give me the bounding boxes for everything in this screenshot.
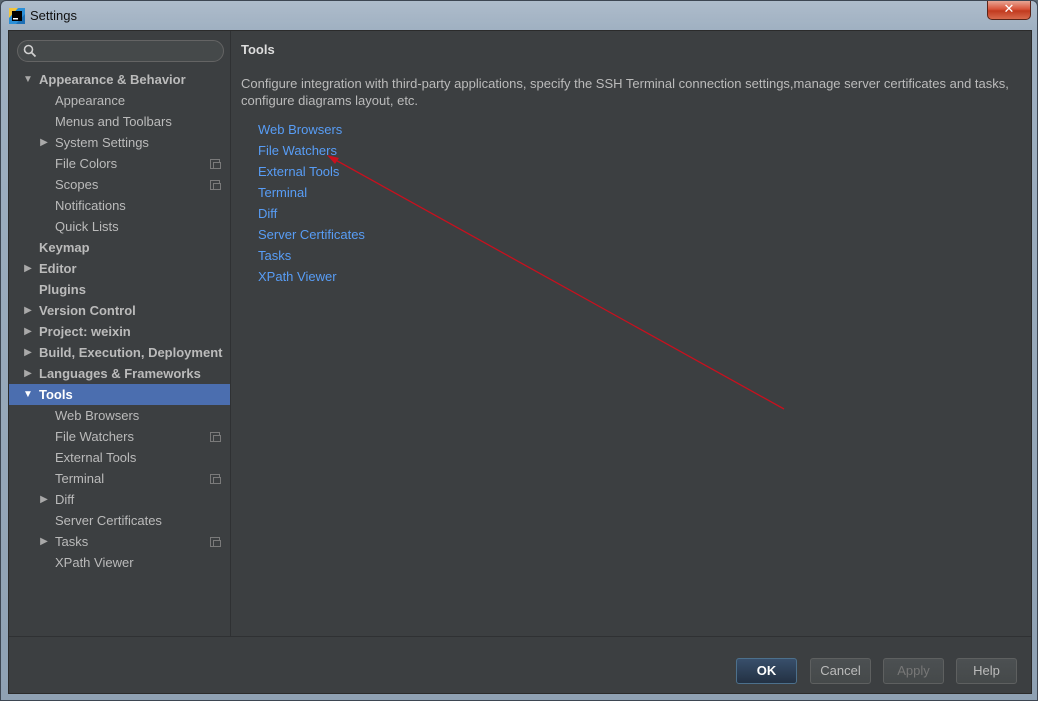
sidebar-item-editor[interactable]: ▶ Editor (9, 258, 230, 279)
sidebar-item-languages-frameworks[interactable]: ▶ Languages & Frameworks (9, 363, 230, 384)
sidebar-item-label: Editor (39, 261, 77, 276)
help-button[interactable]: Help (956, 658, 1017, 684)
link-file-watchers[interactable]: File Watchers (258, 140, 365, 161)
sidebar-item-tools[interactable]: ▼ Tools (9, 384, 230, 405)
sidebar-item-label: XPath Viewer (55, 555, 134, 570)
sidebar-item-label: Project: weixin (39, 324, 131, 339)
collapsed-arrow-icon[interactable]: ▶ (23, 363, 33, 384)
expanded-arrow-icon[interactable]: ▼ (23, 384, 33, 405)
sidebar-item-label: Build, Execution, Deployment (39, 345, 223, 360)
project-scope-icon (210, 537, 221, 547)
sidebar-item-label: Web Browsers (55, 408, 140, 423)
expanded-arrow-icon[interactable]: ▼ (23, 69, 33, 90)
sidebar-item-label: Keymap (39, 240, 90, 255)
sidebar-item-tasks[interactable]: ▶ Tasks (9, 531, 230, 552)
collapsed-arrow-icon[interactable]: ▶ (23, 258, 33, 279)
title-bar[interactable]: Settings ✕ (1, 1, 1037, 29)
window-title: Settings (30, 8, 77, 23)
sidebar-item-label: Notifications (55, 198, 126, 213)
sidebar-item-label: Scopes (55, 177, 99, 192)
sidebar-item-project-weixin[interactable]: ▶ Project: weixin (9, 321, 230, 342)
sidebar-item-keymap[interactable]: Keymap (9, 237, 230, 258)
collapsed-arrow-icon[interactable]: ▶ (23, 300, 33, 321)
sidebar-item-plugins[interactable]: Plugins (9, 279, 230, 300)
window-close-button[interactable]: ✕ (987, 1, 1031, 20)
tools-settings-panel: Tools Configure integration with third-p… (232, 31, 1031, 636)
sidebar-item-terminal[interactable]: Terminal (9, 468, 230, 489)
sidebar-item-external-tools[interactable]: External Tools (9, 447, 230, 468)
sidebar-item-menus-and-toolbars[interactable]: Menus and Toolbars (9, 111, 230, 132)
settings-tree: ▼ Appearance & Behavior Appearance Menus an… (9, 69, 230, 573)
sidebar-item-label: Server Certificates (55, 513, 162, 528)
sidebar-item-build-execution-deployment[interactable]: ▶ Build, Execution, Deployment (9, 342, 230, 363)
sidebar-item-label: Tools (39, 387, 73, 402)
sidebar-item-file-colors[interactable]: File Colors (9, 153, 230, 174)
settings-window: Settings ✕ ▼ Appearance & Behavior Appeara… (0, 0, 1038, 701)
page-title: Tools (241, 42, 275, 57)
link-tasks[interactable]: Tasks (258, 245, 365, 266)
dialog-footer: OK Cancel Apply Help (9, 636, 1031, 693)
webstorm-app-icon (9, 8, 25, 24)
sidebar-item-web-browsers[interactable]: Web Browsers (9, 405, 230, 426)
ok-button[interactable]: OK (736, 658, 797, 684)
collapsed-arrow-icon[interactable]: ▶ (39, 489, 49, 510)
sidebar-item-label: Quick Lists (55, 219, 119, 234)
sidebar-item-label: Tasks (55, 534, 89, 549)
sidebar-item-label: Appearance (55, 93, 126, 108)
sidebar-item-notifications[interactable]: Notifications (9, 195, 230, 216)
sidebar-item-label: File Colors (55, 156, 118, 171)
sidebar-item-scopes[interactable]: Scopes (9, 174, 230, 195)
link-terminal[interactable]: Terminal (258, 182, 365, 203)
apply-button[interactable]: Apply (883, 658, 944, 684)
sidebar-item-label: Languages & Frameworks (39, 366, 201, 381)
settings-sidebar: ▼ Appearance & Behavior Appearance Menus an… (9, 31, 231, 636)
sidebar-item-quick-lists[interactable]: Quick Lists (9, 216, 230, 237)
sidebar-item-file-watchers[interactable]: File Watchers (9, 426, 230, 447)
sidebar-item-label: Menus and Toolbars (55, 114, 172, 129)
sidebar-item-label: Version Control (39, 303, 136, 318)
sidebar-item-label: System Settings (55, 135, 149, 150)
sidebar-item-system-settings[interactable]: ▶ System Settings (9, 132, 230, 153)
link-xpath-viewer[interactable]: XPath Viewer (258, 266, 365, 287)
collapsed-arrow-icon[interactable]: ▶ (23, 321, 33, 342)
search-icon (23, 44, 37, 58)
sidebar-item-label: External Tools (55, 450, 137, 465)
sidebar-item-diff[interactable]: ▶ Diff (9, 489, 230, 510)
sidebar-item-xpath-viewer[interactable]: XPath Viewer (9, 552, 230, 573)
link-server-certificates[interactable]: Server Certificates (258, 224, 365, 245)
project-scope-icon (210, 474, 221, 484)
project-scope-icon (210, 432, 221, 442)
sidebar-item-server-certificates[interactable]: Server Certificates (9, 510, 230, 531)
sidebar-item-version-control[interactable]: ▶ Version Control (9, 300, 230, 321)
project-scope-icon (210, 159, 221, 169)
project-scope-icon (210, 180, 221, 190)
collapsed-arrow-icon[interactable]: ▶ (39, 132, 49, 153)
sidebar-item-appearance[interactable]: Appearance (9, 90, 230, 111)
settings-search-field[interactable] (17, 40, 224, 62)
collapsed-arrow-icon[interactable]: ▶ (23, 342, 33, 363)
collapsed-arrow-icon[interactable]: ▶ (39, 531, 49, 552)
sidebar-item-label: Diff (55, 492, 75, 507)
link-external-tools[interactable]: External Tools (258, 161, 365, 182)
cancel-button[interactable]: Cancel (810, 658, 871, 684)
settings-dialog-body: ▼ Appearance & Behavior Appearance Menus an… (8, 30, 1032, 694)
sidebar-item-label: Plugins (39, 282, 86, 297)
sidebar-item-label: File Watchers (55, 429, 134, 444)
link-diff[interactable]: Diff (258, 203, 365, 224)
tools-link-list: Web Browsers File Watchers External Tools T… (258, 119, 365, 287)
sidebar-item-label: Terminal (55, 471, 105, 486)
sidebar-item-appearance-behavior[interactable]: ▼ Appearance & Behavior (9, 69, 230, 90)
link-web-browsers[interactable]: Web Browsers (258, 119, 365, 140)
sidebar-item-label: Appearance & Behavior (39, 72, 186, 87)
page-description: Configure integration with third-party a… (241, 76, 1009, 108)
